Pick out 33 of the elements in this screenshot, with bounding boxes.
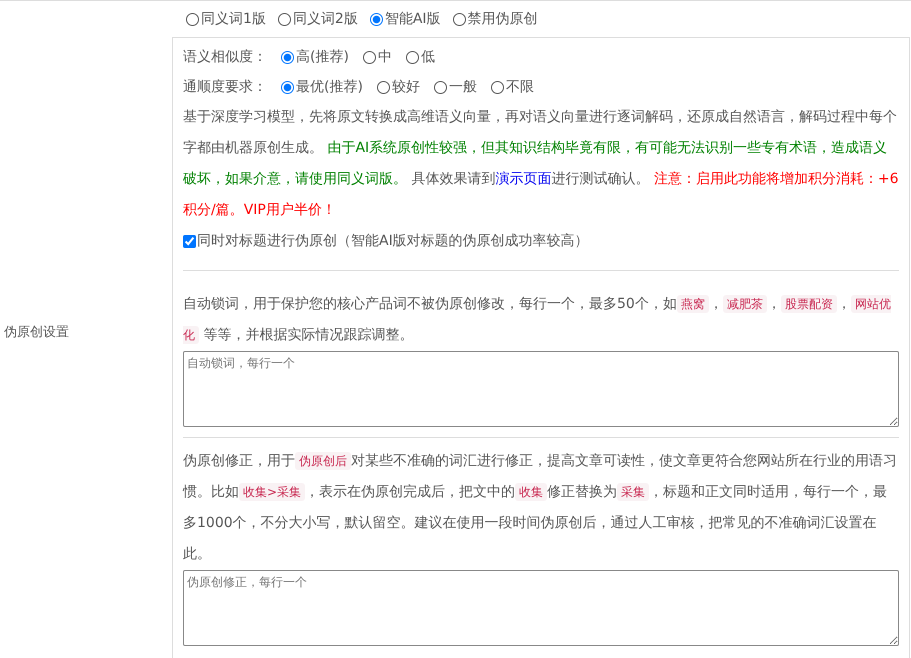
settings-label: 伪原创设置 [4,324,69,341]
ai-description: 基于深度学习模型，先将原文转换成高维语义向量，再对语义向量进行逐词解码，还原成自然语言，解码过程中每个字都由机器原创生成。 由于AI系统原创性较强，但其知识结构毕竟有限，有可能无法识别一些专有术语，造成语义破坏，如果介意，请使用同义词版。 具体效果请到演示页面进行测试确认。 注意：启用此功能将增加积分消耗：+6积分/篇。VIP用户半价！ [183,108,899,220]
radio-button[interactable] [434,80,447,94]
radio-button[interactable] [186,12,199,26]
radio-option[interactable]: 智能AI版 [370,10,441,28]
lock-words-description: 自动锁词，用于保护您的核心产品词不被伪原创修改，每行一个，最多50个，如 燕窝 ， 减肥茶 ， 股票配资 ， 网站优化 等等，并根据实际情况跟踪调整。 [183,294,892,346]
radio-option[interactable]: 同义词2版 [278,10,358,28]
radio-button[interactable] [406,50,419,64]
radio-button[interactable] [278,12,291,26]
radio-option[interactable]: 一般 [434,78,477,96]
radio-option[interactable]: 禁用伪原创 [452,10,538,28]
radio-option[interactable]: 最优(推荐) [281,78,363,96]
radio-button[interactable] [370,12,383,26]
radio-option[interactable]: 较好 [376,78,420,96]
radio-button[interactable] [490,80,504,94]
title-checkbox-option[interactable]: 同时对标题进行伪原创（智能AI版对标题的伪原创成功率较高） [183,232,589,250]
radio-option[interactable]: 中 [362,48,392,66]
checkbox[interactable] [183,234,196,248]
radio-button[interactable] [362,50,376,64]
radio-option[interactable]: 高(推荐) [281,48,349,66]
lock-words-field[interactable]: 自动锁词，每行一个 [183,351,899,427]
radio-option[interactable]: 同义词1版 [186,10,266,28]
correction-field[interactable]: 伪原创修正，每行一个 [183,570,899,646]
radio-option[interactable]: 低 [406,48,435,66]
fluency-label: 通顺度要求： [183,78,267,96]
demo-page-link[interactable]: 演示页面 [495,171,552,187]
radio-button[interactable] [452,12,466,26]
correction-description: 伪原创修正，用于 伪原创后 对某些不准确的词汇进行修正，提高文章可读性，使文章更符合您网站所在行业的用语习惯。比如 收集>采集 ，表示在伪原创完成后，把文中的 收集 修正替换为 采集 ，标题和正文同时适用，每行一个，最多1000个，不分大小写，默认留空。建议在使用一段时间伪原创后，通过人工审核，把常见的不准确词汇设置在此。 [183,451,898,564]
radio-button[interactable] [281,50,294,64]
radio-button[interactable] [281,80,294,94]
radio-button[interactable] [376,80,390,94]
similarity-label: 语义相似度： [183,48,267,66]
radio-option[interactable]: 不限 [490,78,534,96]
